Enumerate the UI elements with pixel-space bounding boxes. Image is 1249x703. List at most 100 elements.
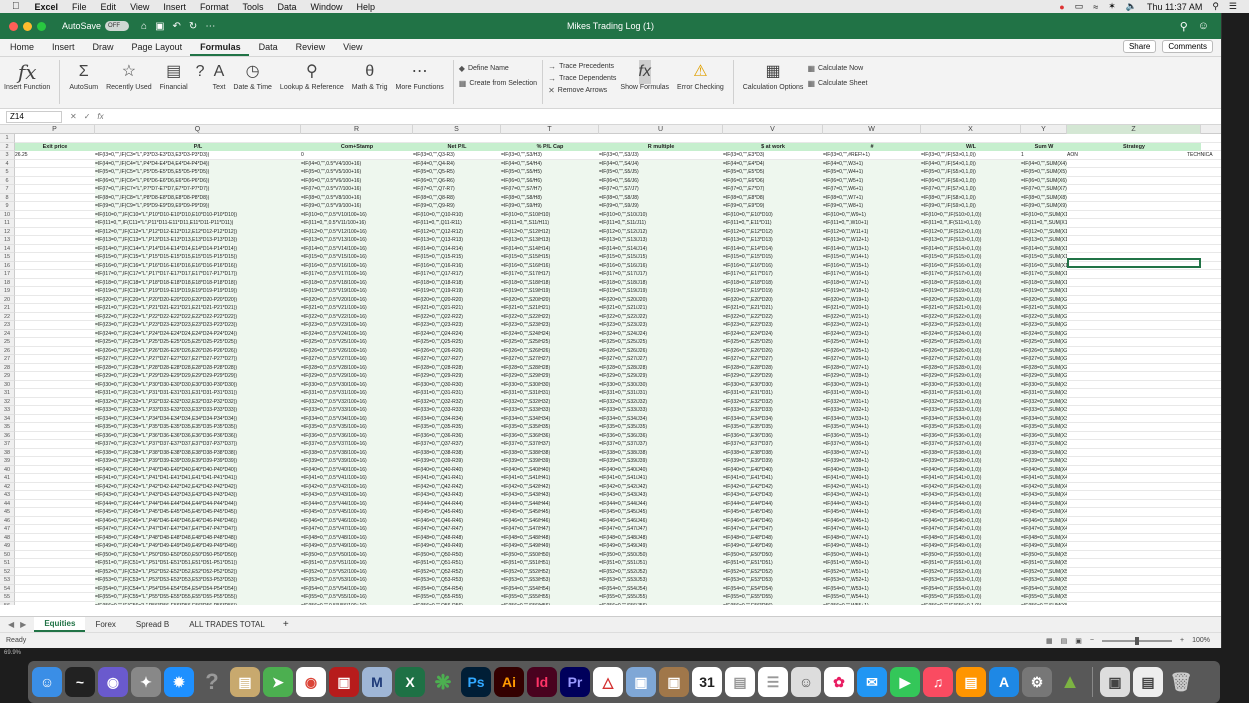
cell[interactable]: =IF(I47=0,"",S47/J47): [599, 525, 723, 534]
menu-view[interactable]: View: [123, 2, 156, 12]
facetime-icon[interactable]: ▶: [890, 667, 920, 697]
cell[interactable]: =IF(I15=0,"",W14+1): [823, 253, 921, 262]
cell[interactable]: =IF(I14=0,"",IF(C14="L",P14*D14-E14*D14,…: [95, 244, 301, 253]
cell[interactable]: =IF(I11=0,"",SUM(X11): [1021, 219, 1067, 228]
sheet-tab-forex[interactable]: Forex: [85, 618, 125, 631]
cell[interactable]: =IF(I46=0,"",S46/H46): [501, 516, 599, 525]
row-header[interactable]: 37: [0, 440, 15, 449]
cell[interactable]: =IF(I10=0,"",E10*D10): [723, 210, 823, 219]
cell[interactable]: =IF(I39=0,"",S39/H39): [501, 457, 599, 466]
cell[interactable]: =IF(I5=0,"",Q5-R5): [413, 168, 501, 177]
cell[interactable]: Sum W: [1021, 142, 1067, 151]
cell[interactable]: [15, 211, 95, 220]
cell[interactable]: =IF(I24=0,"",SUM(X24): [1021, 329, 1067, 338]
row-header[interactable]: 29: [0, 372, 15, 381]
cell[interactable]: =IF(I50=0,"",Q50-R50): [413, 550, 501, 559]
cell[interactable]: =IF(I3=0,"",E3*D3): [723, 151, 823, 160]
cell[interactable]: =IF(I10=0,"",IF(C10="L",P10*D10-E10*D10,…: [95, 210, 301, 219]
row-header[interactable]: 51: [0, 559, 15, 568]
cell[interactable]: =IF(I15=0,"",IF(C15="L",P15*D15-E15*D15,…: [95, 253, 301, 262]
cell[interactable]: =IF(I8=0,"",SUM(X8): [1021, 193, 1067, 202]
cell[interactable]: [15, 228, 95, 237]
row-header[interactable]: 48: [0, 533, 15, 542]
cell[interactable]: =IF(I34=0,"",SUM(X34): [1021, 414, 1067, 423]
cell[interactable]: [1067, 474, 1201, 483]
cell[interactable]: =IF(I23=0,"",S23/J23): [599, 321, 723, 330]
cell[interactable]: =IF(I4=0,"",SUM(X4): [1021, 159, 1067, 168]
cell[interactable]: =IF(I5=0,"",E5*D5): [723, 168, 823, 177]
cell[interactable]: =IF(I43=0,"",Q43-R43): [413, 491, 501, 500]
cell[interactable]: =IF(I13=0,"",IF(S13>0,1,0)): [921, 236, 1021, 245]
cell[interactable]: =IF(I53=0,"",SUM(X53): [1021, 576, 1067, 585]
cell[interactable]: [15, 253, 95, 262]
safari-icon[interactable]: ✹: [164, 667, 194, 697]
cell[interactable]: =IF(I45=0,"",W44+1): [823, 508, 921, 517]
cell[interactable]: =IF(I22=0,"",S22/J22): [599, 312, 723, 321]
cell[interactable]: =IF(I14=0,"",0.5*V14/100+16): [301, 244, 413, 253]
outlook-icon[interactable]: M: [362, 667, 392, 697]
row-header[interactable]: 46: [0, 516, 15, 525]
cell[interactable]: =IF(I5=0,"",S5/H5): [501, 168, 599, 177]
cell[interactable]: =IF(I56=0,"",S56/H56): [501, 601, 599, 605]
cell[interactable]: =IF(I41=0,"",S41/J41): [599, 474, 723, 483]
cell[interactable]: =IF(I55=0,"",SUM(X55): [1021, 593, 1067, 602]
cell[interactable]: R multiple: [599, 142, 723, 151]
cell[interactable]: =IF(I16=0,"",Q16-R16): [413, 261, 501, 270]
close-window-button[interactable]: [9, 21, 18, 31]
cell[interactable]: =IF(I20=0,"",IF(C20="L",P20*D20-E20*D20,…: [95, 295, 301, 304]
wifi-icon[interactable]: ≈: [1093, 2, 1098, 12]
row-header[interactable]: 2: [0, 142, 15, 151]
cell[interactable]: =IF(I30=0,"",S30/J30): [599, 380, 723, 389]
cell[interactable]: =IF(I29=0,"",IF(S29>0,1,0)): [921, 372, 1021, 381]
cell[interactable]: =IF(I21=0,"",SUM(X21): [1021, 304, 1067, 313]
zoom-level[interactable]: 100%: [1192, 637, 1210, 644]
zoom-slider-thumb[interactable]: [1135, 636, 1139, 645]
cell[interactable]: =IF(I27=0,"",Q27-R27): [413, 355, 501, 364]
cell[interactable]: =IF(I30=0,"",E30*D30): [723, 380, 823, 389]
cell[interactable]: =IF(I52=0,"",S52/H52): [501, 567, 599, 576]
cell[interactable]: [1067, 500, 1201, 509]
cell[interactable]: =IF(I18=0,"",SUM(X18): [1021, 278, 1067, 287]
cell[interactable]: =IF(I19=0,"",W18+1): [823, 287, 921, 296]
add-sheet-button[interactable]: +: [275, 619, 297, 630]
cell[interactable]: =IF(I11=0,"",IF(C11="L",P11*D11-E11*D11,…: [95, 219, 301, 228]
cell[interactable]: [15, 551, 95, 560]
row-header[interactable]: 56: [0, 601, 15, 605]
cell[interactable]: =IF(I56=0,"",Q56-R56): [413, 601, 501, 605]
cell[interactable]: =IF(I33=0,"",S33/H33): [501, 406, 599, 415]
math-trig-button[interactable]: θ Math & Trig: [348, 60, 392, 92]
cell[interactable]: =IF(I12=0,"",IF(C12="L",P12*D12-E12*D12,…: [95, 227, 301, 236]
cell[interactable]: =IF(I31=0,"",Q31-R31): [413, 389, 501, 398]
row-header[interactable]: 15: [0, 253, 15, 262]
cell[interactable]: =IF(I47=0,"",E47*D47): [723, 525, 823, 534]
cell[interactable]: =IF(I16=0,"",SUM(X16): [1021, 261, 1067, 270]
cell[interactable]: =IF(I14=0,"",S14/H14): [501, 244, 599, 253]
cell[interactable]: =IF(I36=0,"",E36*D36): [723, 431, 823, 440]
cell[interactable]: [1067, 525, 1201, 534]
cell[interactable]: =IF(I17=0,"",Q17-R17): [413, 270, 501, 279]
cell[interactable]: [1067, 517, 1201, 526]
cell[interactable]: =IF(I19=0,"",IF(C19="L",P19*D19-E19*D19,…: [95, 287, 301, 296]
cell[interactable]: [15, 381, 95, 390]
cell[interactable]: [1067, 576, 1201, 585]
cell[interactable]: [15, 313, 95, 322]
cell[interactable]: =IF(I41=0,"",Q41-R41): [413, 474, 501, 483]
cell[interactable]: =IF(I27=0,"",0.5*V27/100+16): [301, 355, 413, 364]
cell[interactable]: =IF(I36=0,"",IF(C36="L",P36*D36-E36*D36,…: [95, 431, 301, 440]
cell[interactable]: [15, 245, 95, 254]
cell[interactable]: =IF(I20=0,"",0.5*V20/100+16): [301, 295, 413, 304]
cell[interactable]: =IF(I27=0,"",E27*D27): [723, 355, 823, 364]
cell[interactable]: =IF(I5=0,"",W4+1): [823, 168, 921, 177]
row-header[interactable]: 10: [0, 210, 15, 219]
system-preferences-icon[interactable]: ⚙: [1022, 667, 1052, 697]
cell[interactable]: =IF(I26=0,"",IF(C26="L",P26*D26-E26*D26,…: [95, 346, 301, 355]
cell[interactable]: =IF(I52=0,"",Q52-R52): [413, 567, 501, 576]
autosave-toggle[interactable]: OFF: [105, 21, 130, 31]
cell[interactable]: =IF(I9=0,"",E9*D9): [723, 202, 823, 211]
cell[interactable]: =IF(I24=0,"",E24*D24): [723, 329, 823, 338]
cell[interactable]: =IF(I7=0,"",IF(S7>0,1,0)): [921, 185, 1021, 194]
row-header[interactable]: 26: [0, 346, 15, 355]
prev-sheet-icon[interactable]: ◀: [8, 620, 14, 629]
cell[interactable]: [15, 338, 95, 347]
cell[interactable]: =IF(I36=0,"",W35+1): [823, 431, 921, 440]
